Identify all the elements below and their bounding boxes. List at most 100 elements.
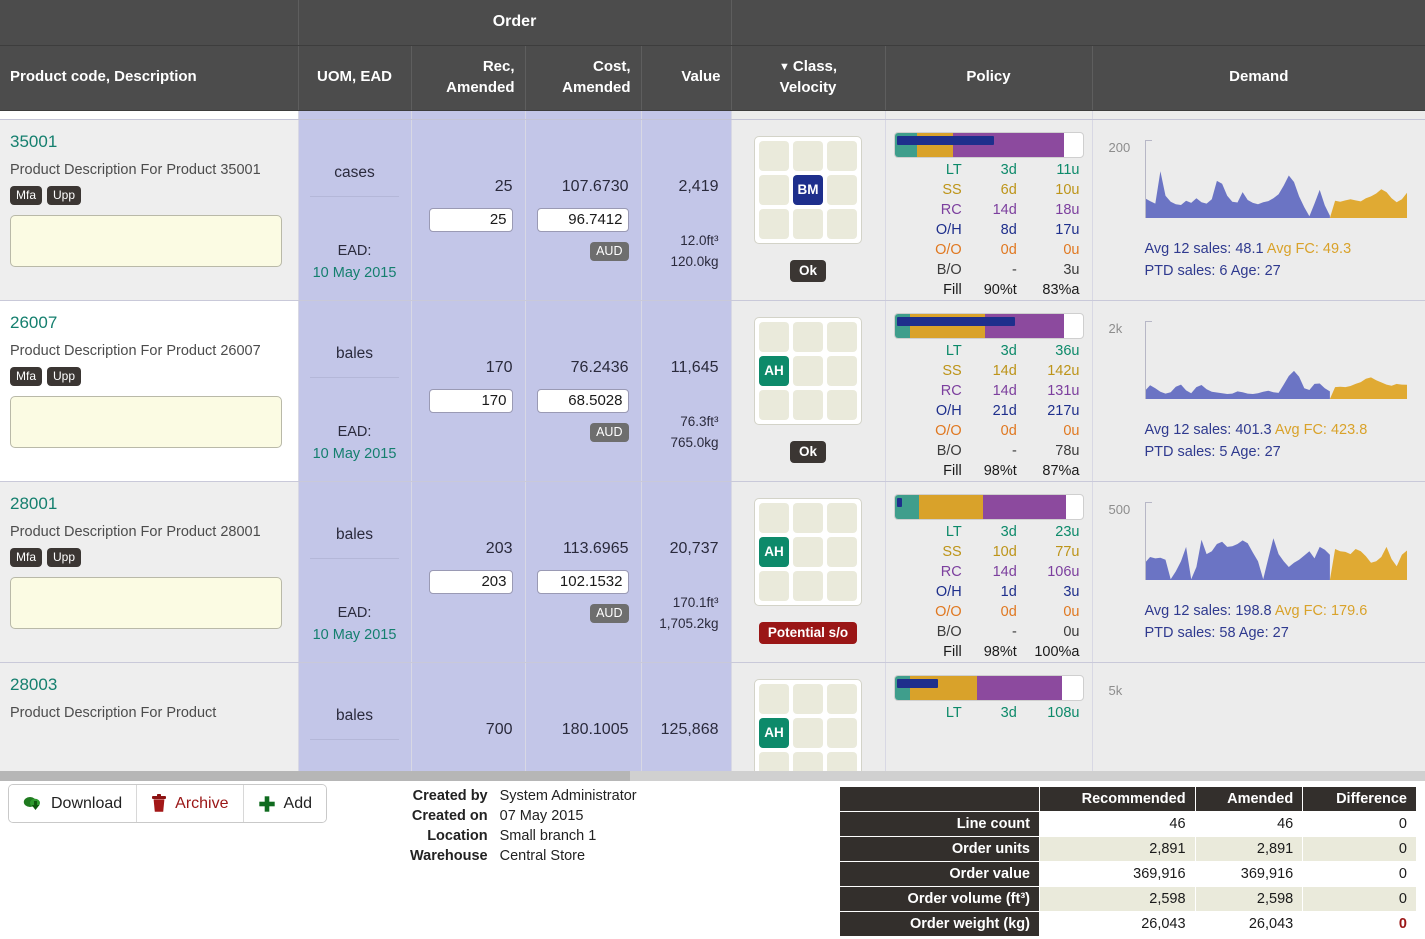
product-tag[interactable]: Upp bbox=[47, 367, 81, 386]
column-header-value[interactable]: Value bbox=[641, 45, 731, 110]
class-cell-0[interactable] bbox=[759, 141, 789, 171]
line-note-input[interactable] bbox=[10, 215, 282, 267]
policy-units: 17u bbox=[1021, 220, 1084, 240]
column-header-cost-amended[interactable]: Cost, Amended bbox=[525, 45, 641, 110]
amended-quantity-input[interactable] bbox=[429, 389, 513, 413]
recommended-quantity: 203 bbox=[418, 540, 513, 558]
column-header-cost-line1: Cost, bbox=[536, 57, 631, 77]
class-cell-8[interactable] bbox=[827, 390, 857, 420]
line-note-input[interactable] bbox=[10, 577, 282, 629]
product-tag[interactable]: Mfa bbox=[10, 367, 42, 386]
summary-row-label: Order weight (kg) bbox=[840, 912, 1040, 937]
summary-row: Order weight (kg)26,04326,0430 bbox=[840, 912, 1417, 937]
class-cell-5[interactable] bbox=[827, 175, 857, 205]
policy-key: LT bbox=[894, 341, 966, 361]
class-cell-7[interactable] bbox=[793, 571, 823, 601]
class-cell-1[interactable] bbox=[793, 503, 823, 533]
class-cell-2[interactable] bbox=[827, 503, 857, 533]
class-cell-2[interactable] bbox=[827, 322, 857, 352]
class-cell-label: BM bbox=[793, 175, 823, 205]
class-cell-7[interactable] bbox=[793, 752, 823, 772]
class-cell-2[interactable] bbox=[827, 141, 857, 171]
policy-units: 108u bbox=[1021, 703, 1084, 723]
product-tag[interactable]: Upp bbox=[47, 186, 81, 205]
amended-quantity-input[interactable] bbox=[429, 570, 513, 594]
product-code-link[interactable]: 28001 bbox=[10, 494, 288, 514]
class-cell-5[interactable] bbox=[827, 356, 857, 386]
class-cell-8[interactable] bbox=[827, 209, 857, 239]
class-velocity-grid[interactable]: AH bbox=[754, 679, 862, 772]
policy-table: LT3d108u bbox=[894, 703, 1084, 723]
column-header-rec-line2: Amended bbox=[422, 78, 515, 98]
class-cell-3[interactable]: AH bbox=[759, 537, 789, 567]
amended-cost-input[interactable] bbox=[537, 570, 629, 594]
status-badge[interactable]: Potential s/o bbox=[759, 622, 857, 644]
class-cell-7[interactable] bbox=[793, 390, 823, 420]
class-cell-4[interactable]: BM bbox=[793, 175, 823, 205]
status-badge[interactable]: Ok bbox=[790, 260, 826, 282]
class-cell-3[interactable]: AH bbox=[759, 356, 789, 386]
class-cell-5[interactable] bbox=[827, 537, 857, 567]
add-button[interactable]: Add bbox=[244, 785, 326, 822]
cell-rec-amended: 170 bbox=[411, 300, 525, 481]
product-code-link[interactable]: 35001 bbox=[10, 132, 288, 152]
table-row[interactable]: 28001Product Description For Product 280… bbox=[0, 481, 1425, 662]
demand-sparkline bbox=[1145, 321, 1407, 399]
class-cell-7[interactable] bbox=[793, 209, 823, 239]
cell-product: 35001Product Description For Product 350… bbox=[0, 119, 298, 300]
table-row[interactable]: 28003Product Description For Productbale… bbox=[0, 662, 1425, 771]
class-cell-6[interactable] bbox=[759, 752, 789, 772]
class-cell-3[interactable] bbox=[759, 175, 789, 205]
product-tag[interactable]: Mfa bbox=[10, 548, 42, 567]
class-cell-0[interactable] bbox=[759, 322, 789, 352]
policy-days: 10d bbox=[966, 542, 1021, 562]
archive-button[interactable]: Archive bbox=[137, 785, 243, 822]
product-tag[interactable]: Upp bbox=[47, 548, 81, 567]
class-velocity-grid[interactable]: BM bbox=[754, 136, 862, 244]
amended-cost-input[interactable] bbox=[537, 208, 629, 232]
table-row[interactable]: 26007Product Description For Product 260… bbox=[0, 300, 1425, 481]
product-tag[interactable]: Mfa bbox=[10, 186, 42, 205]
table-row[interactable]: 35001Product Description For Product 350… bbox=[0, 119, 1425, 300]
product-code-link[interactable]: 26007 bbox=[10, 313, 288, 333]
class-cell-0[interactable] bbox=[759, 503, 789, 533]
class-cell-4[interactable] bbox=[793, 718, 823, 748]
demand-stats: Avg 12 sales: 198.8 Avg FC: 179.6PTD sal… bbox=[1109, 600, 1410, 645]
download-button[interactable]: Download bbox=[9, 785, 137, 822]
class-cell-3[interactable]: AH bbox=[759, 718, 789, 748]
product-code-link[interactable]: 28003 bbox=[10, 675, 288, 695]
grid-body-scroll-area[interactable]: 35001Product Description For Product 350… bbox=[0, 111, 1425, 771]
column-header-product[interactable]: Product code, Description bbox=[0, 45, 298, 110]
class-cell-1[interactable] bbox=[793, 141, 823, 171]
class-cell-2[interactable] bbox=[827, 684, 857, 714]
demand-axis-max-label: 2k bbox=[1109, 321, 1123, 336]
scrollbar-thumb[interactable] bbox=[0, 771, 630, 781]
class-cell-8[interactable] bbox=[827, 571, 857, 601]
class-cell-1[interactable] bbox=[793, 322, 823, 352]
class-cell-4[interactable] bbox=[793, 537, 823, 567]
column-header-uom-ead[interactable]: UOM, EAD bbox=[298, 45, 411, 110]
class-cell-4[interactable] bbox=[793, 356, 823, 386]
column-header-rec-amended[interactable]: Rec, Amended bbox=[411, 45, 525, 110]
status-badge[interactable]: Ok bbox=[790, 441, 826, 463]
class-cell-0[interactable] bbox=[759, 684, 789, 714]
recommended-quantity: 170 bbox=[418, 359, 513, 377]
class-cell-8[interactable] bbox=[827, 752, 857, 772]
policy-key: O/H bbox=[894, 401, 966, 421]
class-cell-6[interactable] bbox=[759, 390, 789, 420]
class-cell-5[interactable] bbox=[827, 718, 857, 748]
class-cell-1[interactable] bbox=[793, 684, 823, 714]
column-header-demand[interactable]: Demand bbox=[1092, 45, 1425, 110]
class-velocity-grid[interactable]: AH bbox=[754, 498, 862, 606]
ead-label: EAD: bbox=[299, 243, 411, 259]
amended-quantity-input[interactable] bbox=[429, 208, 513, 232]
amended-cost-input[interactable] bbox=[537, 389, 629, 413]
class-cell-6[interactable] bbox=[759, 571, 789, 601]
column-header-class-velocity[interactable]: ▼Class, Velocity bbox=[731, 45, 885, 110]
cell-uom-ead: bales bbox=[298, 662, 411, 771]
column-header-policy[interactable]: Policy bbox=[885, 45, 1092, 110]
class-cell-6[interactable] bbox=[759, 209, 789, 239]
line-note-input[interactable] bbox=[10, 396, 282, 448]
class-velocity-grid[interactable]: AH bbox=[754, 317, 862, 425]
horizontal-scrollbar[interactable] bbox=[0, 771, 1425, 781]
